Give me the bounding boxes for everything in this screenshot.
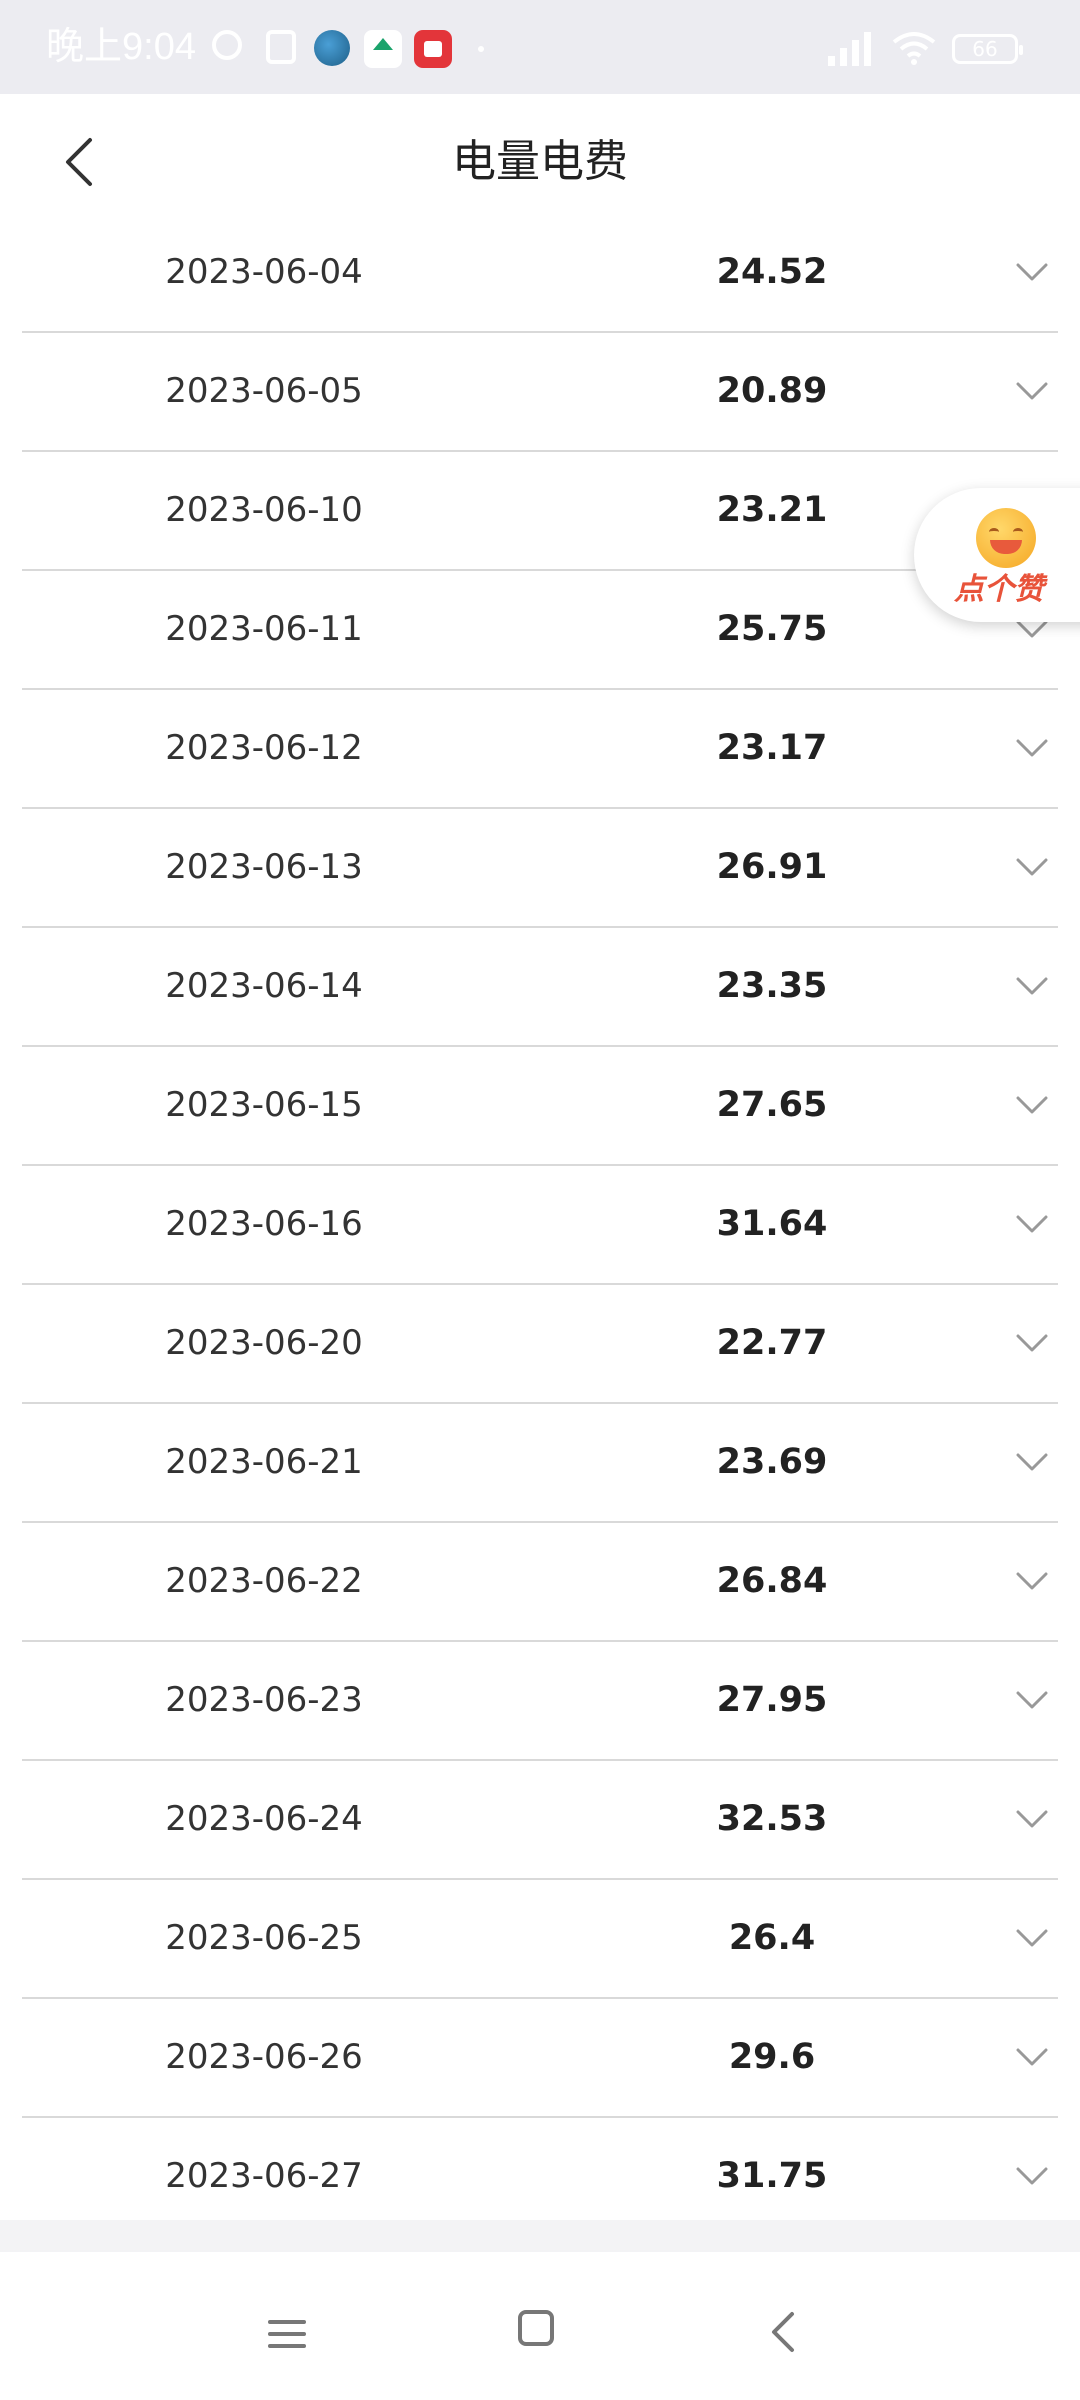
bill-row[interactable]: 2023-06-20 22.77 — [22, 1285, 1058, 1404]
bill-row[interactable]: 2023-06-12 23.17 — [22, 690, 1058, 809]
bill-amount: 25.75 — [716, 609, 828, 649]
system-nav-bar — [0, 2252, 1080, 2400]
chevron-down-icon[interactable] — [1012, 2037, 1052, 2077]
bill-date: 2023-06-16 — [165, 1204, 363, 1244]
bill-amount: 27.65 — [716, 1085, 828, 1125]
nfc-icon — [266, 30, 296, 64]
bill-amount: 26.84 — [716, 1561, 828, 1601]
status-bar: 晚上9:04 66 — [0, 0, 1080, 94]
bill-amount: 27.95 — [716, 1680, 828, 1720]
bill-date: 2023-06-25 — [165, 1918, 363, 1958]
chevron-down-icon[interactable] — [1012, 1918, 1052, 1958]
bill-amount: 22.77 — [716, 1323, 828, 1363]
bill-date: 2023-06-14 — [165, 966, 363, 1006]
bill-date: 2023-06-05 — [165, 371, 363, 411]
bill-row[interactable]: 2023-06-22 26.84 — [22, 1523, 1058, 1642]
bill-date: 2023-06-10 — [165, 490, 363, 530]
notification-dot-icon — [478, 46, 484, 52]
bill-date: 2023-06-15 — [165, 1085, 363, 1125]
chevron-down-icon[interactable] — [1012, 1561, 1052, 1601]
header: 电量电费 — [0, 94, 1080, 230]
back-triangle-icon[interactable] — [754, 2302, 814, 2362]
wifi-icon — [892, 32, 936, 65]
like-button[interactable]: 点个赞 — [914, 488, 1080, 622]
chevron-down-icon[interactable] — [1012, 728, 1052, 768]
bill-row[interactable]: 2023-06-26 29.6 — [22, 1999, 1058, 2118]
bill-row[interactable]: 2023-06-25 26.4 — [22, 1880, 1058, 1999]
bill-date: 2023-06-27 — [165, 2156, 363, 2196]
chevron-down-icon[interactable] — [1012, 1799, 1052, 1839]
bill-amount: 31.75 — [716, 2156, 828, 2196]
bill-amount: 23.17 — [716, 728, 828, 768]
bill-amount: 23.21 — [716, 490, 828, 530]
daily-bill-list: 2023-06-04 24.52 2023-06-05 20.89 2023-06-10… — [22, 214, 1058, 2237]
chevron-down-icon[interactable] — [1012, 252, 1052, 292]
bill-row[interactable]: 2023-06-05 20.89 — [22, 333, 1058, 452]
alarm-icon — [212, 30, 242, 60]
state-grid-app-icon — [314, 30, 350, 66]
bill-row[interactable]: 2023-06-24 32.53 — [22, 1761, 1058, 1880]
bill-row[interactable]: 2023-06-23 27.95 — [22, 1642, 1058, 1761]
like-label: 点个赞 — [954, 572, 1044, 607]
bill-date: 2023-06-12 — [165, 728, 363, 768]
bill-amount: 29.6 — [728, 2037, 816, 2077]
bill-date: 2023-06-23 — [165, 1680, 363, 1720]
bill-row[interactable]: 2023-06-21 23.69 — [22, 1404, 1058, 1523]
bill-amount: 26.4 — [728, 1918, 816, 1958]
page-title: 电量电费 — [452, 136, 628, 187]
bill-amount: 31.64 — [716, 1204, 828, 1244]
status-time: 晚上9:04 — [46, 26, 196, 68]
bill-date: 2023-06-24 — [165, 1799, 363, 1839]
bill-row[interactable]: 2023-06-14 23.35 — [22, 928, 1058, 1047]
chevron-down-icon[interactable] — [1012, 1204, 1052, 1244]
chevron-down-icon[interactable] — [1012, 966, 1052, 1006]
home-app-icon — [364, 30, 402, 68]
bill-amount: 23.35 — [716, 966, 828, 1006]
bill-date: 2023-06-04 — [165, 252, 363, 292]
menu-icon[interactable] — [258, 2302, 318, 2362]
bill-date: 2023-06-13 — [165, 847, 363, 887]
bill-row[interactable]: 2023-06-16 31.64 — [22, 1166, 1058, 1285]
bill-amount: 32.53 — [716, 1799, 828, 1839]
chevron-down-icon[interactable] — [1012, 1680, 1052, 1720]
bill-amount: 26.91 — [716, 847, 828, 887]
bill-date: 2023-06-21 — [165, 1442, 363, 1482]
bill-date: 2023-06-26 — [165, 2037, 363, 2077]
list-bottom-gap — [0, 2220, 1080, 2252]
battery-icon: 66 — [952, 34, 1023, 64]
chevron-down-icon[interactable] — [1012, 1323, 1052, 1363]
bill-amount: 23.69 — [716, 1442, 828, 1482]
bill-row[interactable]: 2023-06-15 27.65 — [22, 1047, 1058, 1166]
bill-row[interactable]: 2023-06-10 23.21 — [22, 452, 1058, 571]
bill-date: 2023-06-11 — [165, 609, 363, 649]
home-square-icon[interactable] — [506, 2302, 566, 2362]
chevron-down-icon[interactable] — [1012, 2156, 1052, 2196]
bill-row[interactable]: 2023-06-13 26.91 — [22, 809, 1058, 928]
bill-date: 2023-06-22 — [165, 1561, 363, 1601]
chevron-down-icon[interactable] — [1012, 371, 1052, 411]
signal-icon — [828, 32, 871, 66]
bill-amount: 24.52 — [716, 252, 828, 292]
chevron-down-icon[interactable] — [1012, 1085, 1052, 1125]
bill-row[interactable]: 2023-06-04 24.52 — [22, 214, 1058, 333]
bill-date: 2023-06-20 — [165, 1323, 363, 1363]
chevron-down-icon[interactable] — [1012, 1442, 1052, 1482]
bill-amount: 20.89 — [716, 371, 828, 411]
bill-row[interactable]: 2023-06-11 25.75 — [22, 571, 1058, 690]
smile-face-icon — [976, 508, 1036, 568]
chevron-down-icon[interactable] — [1012, 847, 1052, 887]
red-app-icon — [414, 30, 452, 68]
